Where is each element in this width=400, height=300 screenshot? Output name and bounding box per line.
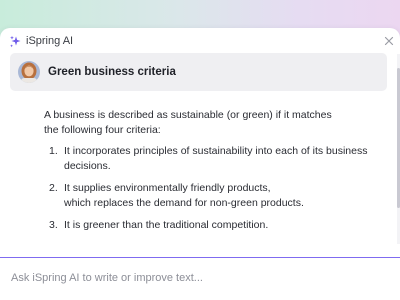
list-number: 1.: [49, 145, 58, 157]
list-item-line: which replaces the demand for non-green …: [64, 197, 304, 209]
list-item: 3. It is greener than the traditional co…: [49, 218, 374, 233]
sparkle-icon: [9, 35, 22, 48]
window-title: iSpring AI: [26, 35, 74, 47]
prompt-header: Green business criteria: [10, 53, 387, 91]
ai-assistant-window: iSpring AI Green business criteria A bus…: [0, 28, 400, 300]
ai-response: A business is described as sustainable (…: [44, 108, 374, 240]
intro-line: the following four criteria:: [44, 124, 161, 136]
conversation-title: Green business criteria: [48, 66, 176, 78]
prompt-input-placeholder: Ask iSpring AI to write or improve text.…: [11, 272, 203, 284]
list-item-line: It is greener than the traditional compe…: [64, 219, 269, 231]
avatar: [18, 61, 40, 83]
list-item: 1. It incorporates principles of sustain…: [49, 144, 374, 174]
list-item-line: It incorporates principles of sustainabi…: [64, 145, 368, 157]
list-item-line: decisions.: [64, 160, 111, 172]
list-item-line: It supplies environmentally friendly pro…: [64, 182, 271, 194]
title-bar: iSpring AI: [0, 28, 400, 54]
response-intro: A business is described as sustainable (…: [44, 108, 374, 138]
intro-line: A business is described as sustainable (…: [44, 109, 332, 121]
list-number: 2.: [49, 182, 58, 194]
list-number: 3.: [49, 219, 58, 231]
close-icon[interactable]: [382, 34, 396, 48]
prompt-input[interactable]: Ask iSpring AI to write or improve text.…: [0, 257, 400, 300]
list-item: 2. It supplies environmentally friendly …: [49, 181, 374, 211]
